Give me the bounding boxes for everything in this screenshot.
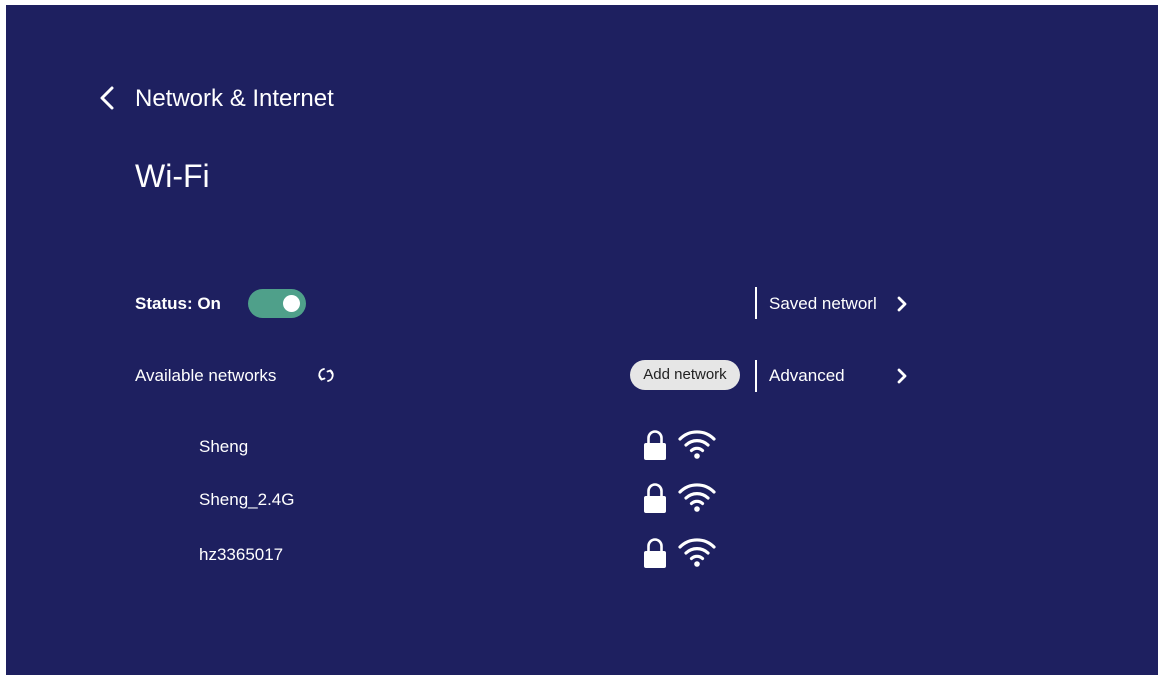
wifi-signal-icon <box>677 429 717 459</box>
chevron-right-icon[interactable] <box>896 296 908 312</box>
chevron-right-icon[interactable] <box>896 368 908 384</box>
page-title: Wi-Fi <box>135 158 210 194</box>
advanced-link[interactable]: Advanced <box>769 365 845 387</box>
wifi-settings-screen: Network & Internet Wi-Fi Status: On Save… <box>6 5 1158 675</box>
chevron-left-icon[interactable] <box>96 85 120 111</box>
header-title: Network & Internet <box>135 85 334 112</box>
saved-networks-link[interactable]: Saved networl <box>769 293 877 315</box>
wifi-signal-icon <box>677 482 717 512</box>
toggle-knob <box>283 295 300 312</box>
wifi-signal-icon <box>677 537 717 567</box>
lock-icon <box>643 429 667 461</box>
network-name: Sheng <box>199 437 249 456</box>
available-networks-label: Available networks <box>135 366 277 385</box>
refresh-icon[interactable] <box>317 366 335 384</box>
network-name: Sheng_2.4G <box>199 490 295 509</box>
divider <box>755 360 757 392</box>
status-label: Status: On <box>135 294 221 313</box>
network-list-item[interactable]: Sheng_2.4G <box>156 478 736 522</box>
wifi-toggle[interactable] <box>248 289 306 318</box>
network-list-item[interactable]: hz3365017 <box>156 533 736 577</box>
lock-icon <box>643 482 667 514</box>
divider <box>755 287 757 319</box>
lock-icon <box>643 537 667 569</box>
add-network-button[interactable]: Add network <box>630 360 740 390</box>
network-list-item[interactable]: Sheng <box>156 425 736 469</box>
network-name: hz3365017 <box>199 545 284 564</box>
